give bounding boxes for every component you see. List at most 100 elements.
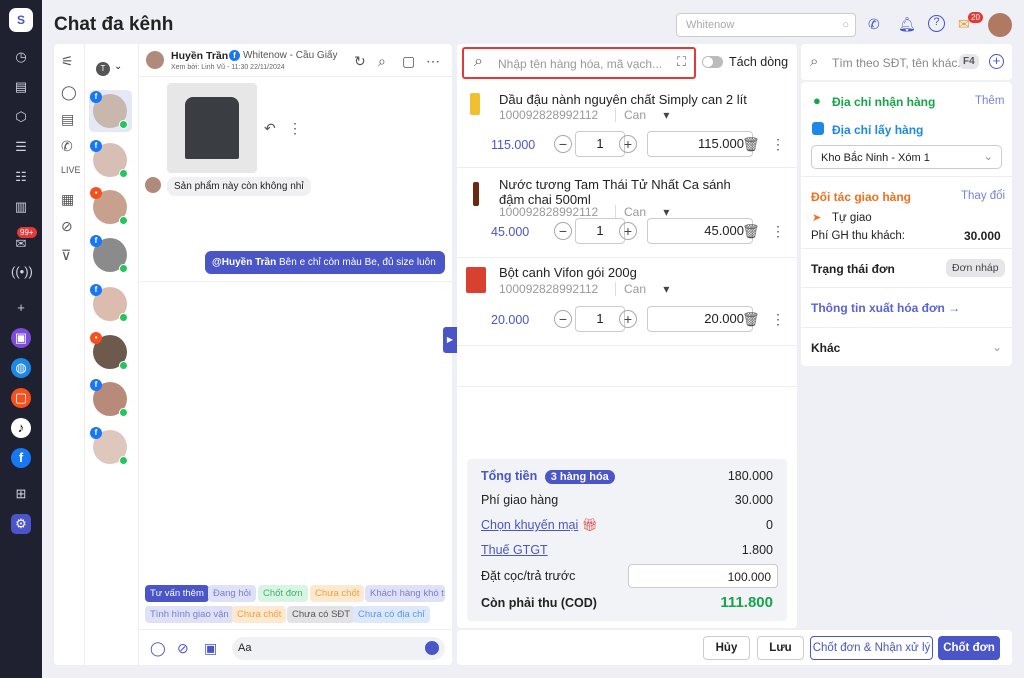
- customer-search-input[interactable]: Tìm theo SĐT, tên khác...: [832, 56, 967, 70]
- item-more-icon[interactable]: ⋮: [771, 311, 785, 328]
- line-total[interactable]: 115.000: [647, 131, 753, 157]
- trash-icon[interactable]: 🗑︎: [742, 223, 760, 240]
- line-total[interactable]: 20.000: [647, 306, 753, 332]
- live-icon[interactable]: LIVE: [61, 165, 81, 175]
- conversation-item[interactable]: f: [90, 427, 128, 465]
- invoice-info-link[interactable]: Thông tin xuất hóa đơn →: [811, 301, 960, 315]
- orders-icon[interactable]: ▤: [11, 77, 31, 97]
- item-more-icon[interactable]: ⋮: [771, 136, 785, 153]
- app-logo[interactable]: S: [9, 8, 33, 32]
- collapse-toggle[interactable]: ▶: [443, 327, 457, 353]
- user-avatar[interactable]: [988, 13, 1012, 37]
- warehouse-select[interactable]: Kho Bắc Ninh - Xóm 1 ⌄: [811, 145, 1002, 169]
- other-section[interactable]: Khác: [811, 341, 840, 355]
- shopee-icon[interactable]: ▢: [11, 388, 31, 408]
- message-input[interactable]: Aa: [232, 637, 445, 660]
- item-more-icon[interactable]: ⋮: [771, 223, 785, 240]
- comments-icon[interactable]: ▤: [61, 111, 74, 128]
- website-icon[interactable]: ◍: [11, 358, 31, 378]
- line-total[interactable]: 45.000: [647, 218, 753, 244]
- increase-button[interactable]: +: [619, 310, 637, 328]
- add-customer-icon[interactable]: +: [989, 54, 1004, 69]
- phone-icon[interactable]: ✆: [61, 138, 73, 155]
- tags-icon[interactable]: ⊘: [61, 218, 73, 235]
- message-more-icon[interactable]: ⋮: [288, 120, 302, 137]
- deposit-input[interactable]: 100.000: [628, 564, 778, 588]
- conversation-item[interactable]: f: [90, 284, 128, 322]
- quantity-input[interactable]: 1: [575, 306, 625, 332]
- search-icon[interactable]: ⌕: [378, 53, 386, 70]
- refresh-icon[interactable]: ↻: [354, 53, 366, 70]
- tiktok-icon[interactable]: ♪: [11, 418, 31, 438]
- tag[interactable]: Tình hình giao vận: [145, 606, 234, 623]
- product-image[interactable]: [167, 83, 257, 173]
- help-icon[interactable]: ?: [928, 15, 945, 32]
- reply-icon[interactable]: ↶: [264, 120, 276, 137]
- quick-reply-icon[interactable]: ◯: [150, 640, 166, 657]
- trash-icon[interactable]: 🗑︎: [742, 311, 760, 328]
- conversation-item[interactable]: f: [90, 379, 128, 417]
- increase-button[interactable]: +: [619, 222, 637, 240]
- increase-button[interactable]: +: [619, 135, 637, 153]
- note-icon[interactable]: ▢: [402, 53, 415, 70]
- unit-price[interactable]: 45.000: [491, 225, 529, 239]
- tag[interactable]: Chưa có SĐT: [287, 606, 356, 623]
- settings-icon[interactable]: ⚙: [11, 514, 31, 534]
- add-icon[interactable]: +: [11, 298, 31, 318]
- user-filter[interactable]: T: [96, 62, 110, 76]
- quantity-input[interactable]: 1: [575, 218, 625, 244]
- tag[interactable]: Chốt đơn: [258, 585, 308, 602]
- confirm-order-button[interactable]: Chốt đơn: [938, 636, 1000, 660]
- promo-link[interactable]: Chọn khuyến mại: [481, 518, 578, 532]
- bell-icon[interactable]: 🔔︎: [898, 16, 916, 33]
- tag[interactable]: Chưa chốt: [310, 585, 365, 602]
- conversation-item[interactable]: f: [90, 140, 128, 178]
- clear-filter-icon[interactable]: ⊽: [61, 247, 71, 264]
- add-address-link[interactable]: Thêm: [975, 95, 1004, 107]
- tag[interactable]: Đang hỏi: [208, 585, 257, 602]
- unit-select[interactable]: Can ▾: [615, 205, 669, 219]
- channel-shop-icon[interactable]: ▣: [11, 328, 31, 348]
- reports-icon[interactable]: ▥: [11, 197, 31, 217]
- filter-icon[interactable]: ⚟: [61, 53, 74, 70]
- split-line-toggle[interactable]: [702, 56, 723, 68]
- conversation-item[interactable]: f: [90, 235, 128, 273]
- unit-select[interactable]: Can ▾: [615, 108, 669, 122]
- conversation-item[interactable]: ▪: [90, 187, 128, 225]
- conversation-item[interactable]: f: [90, 91, 128, 129]
- product-search-input[interactable]: ⌕ Nhập tên hàng hóa, mã vạch... ⛶: [462, 47, 696, 79]
- products-icon[interactable]: ⬡: [11, 107, 31, 127]
- tag[interactable]: Tư vấn thêm: [145, 585, 209, 602]
- tag[interactable]: Chưa có địa chỉ: [353, 606, 430, 623]
- barcode-scan-icon[interactable]: ⛶: [677, 54, 686, 70]
- decrease-button[interactable]: −: [554, 135, 572, 153]
- emoji-icon[interactable]: [425, 641, 439, 655]
- notes-icon[interactable]: ▦: [61, 191, 74, 208]
- messages-icon[interactable]: ◯: [61, 84, 77, 101]
- facebook-icon[interactable]: f: [11, 448, 31, 468]
- unit-price[interactable]: 115.000: [491, 138, 535, 152]
- messenger-icon[interactable]: ✆: [868, 16, 880, 33]
- chevron-down-icon[interactable]: ⌄: [114, 61, 122, 72]
- trash-icon[interactable]: 🗑︎: [742, 136, 760, 153]
- tag-icon[interactable]: ⊘: [177, 640, 189, 657]
- chevron-down-icon[interactable]: ⌄: [992, 340, 1002, 354]
- decrease-button[interactable]: −: [554, 222, 572, 240]
- tag[interactable]: Khách hàng khó tính: [365, 585, 445, 602]
- tasks-icon[interactable]: ☷: [11, 167, 31, 187]
- apps-icon[interactable]: ⊞: [11, 484, 31, 504]
- list-icon[interactable]: ☰: [11, 137, 31, 157]
- confirm-and-process-button[interactable]: Chốt đơn & Nhận xử lý: [810, 636, 933, 660]
- unit-price[interactable]: 20.000: [491, 313, 529, 327]
- broadcast-icon[interactable]: ((•)): [11, 262, 33, 282]
- branch-select[interactable]: Whitenow ○: [676, 13, 856, 37]
- tag[interactable]: Chưa chốt: [232, 606, 287, 623]
- save-button[interactable]: Lưu: [757, 636, 804, 660]
- cancel-button[interactable]: Hủy: [703, 636, 750, 660]
- unit-select[interactable]: Can ▾: [615, 282, 669, 296]
- decrease-button[interactable]: −: [554, 310, 572, 328]
- conversation-item[interactable]: ▪: [90, 332, 128, 370]
- image-icon[interactable]: ▣: [204, 640, 217, 657]
- change-partner-link[interactable]: Thay đổi: [961, 190, 1005, 202]
- vat-link[interactable]: Thuế GTGT: [481, 543, 548, 557]
